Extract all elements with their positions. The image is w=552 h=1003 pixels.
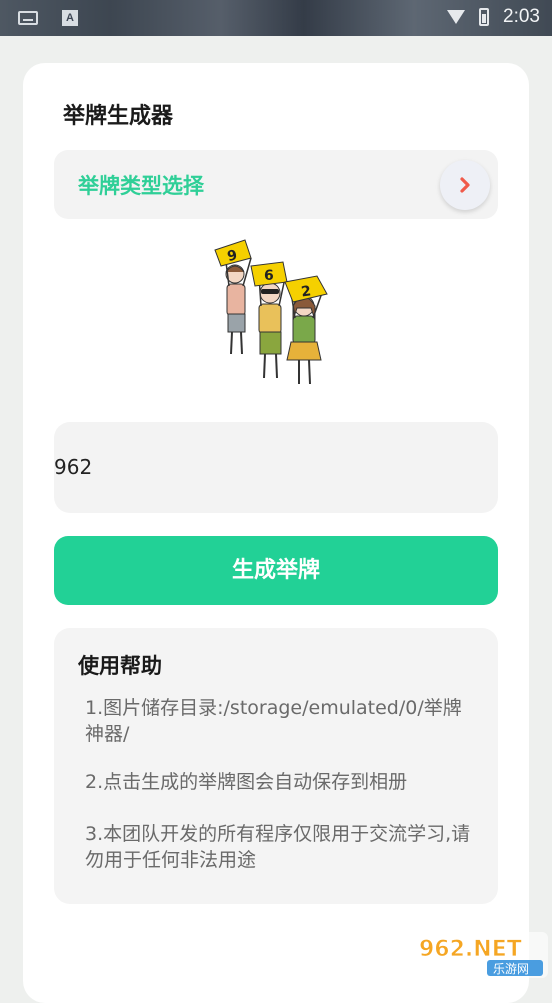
chevron-right-button[interactable] (440, 160, 490, 210)
watermark-logo: 962.NET 乐游网 (413, 932, 548, 978)
help-item-storage: 1.图片储存目录:/storage/emulated/0/举牌神器/ (85, 697, 462, 745)
watermark-sub: 乐游网 (493, 962, 529, 976)
figure-left: 9 (214, 239, 252, 355)
number-input-value: 962 (54, 455, 93, 479)
status-right: 2:03 (447, 6, 540, 28)
wifi-icon (447, 10, 466, 24)
figure-middle: 6 (250, 261, 288, 379)
watermark-brand: 962.NET (419, 937, 522, 962)
keyboard-icon (18, 11, 38, 25)
status-left: A (18, 10, 78, 26)
type-select-row[interactable]: 举牌类型选择 (54, 150, 498, 219)
help-item-autosave: 2.点击生成的举牌图会自动保存到相册 (85, 771, 408, 793)
sign-digit-middle: 6 (264, 268, 274, 284)
help-title: 使用帮助 (78, 654, 162, 678)
status-clock: 2:03 (503, 6, 540, 27)
battery-icon (479, 8, 490, 26)
main-card: 举牌生成器 举牌类型选择 9 6 2 962 生成举牌 使用帮助 1.图片储存目… (23, 63, 529, 1003)
generate-button[interactable]: 生成举牌 (54, 536, 498, 605)
number-input[interactable]: 962 (54, 422, 498, 513)
figure-right: 2 (284, 275, 328, 385)
sign-holders-illustration: 9 6 2 (214, 239, 328, 385)
a-icon: A (62, 10, 78, 26)
help-item-disclaimer: 3.本团队开发的所有程序仅限用于交流学习,请勿用于任何非法用途 (85, 823, 471, 871)
chevron-right-icon (460, 177, 470, 193)
type-select-label: 举牌类型选择 (78, 174, 204, 198)
help-box: 使用帮助 1.图片储存目录:/storage/emulated/0/举牌神器/ … (54, 628, 498, 904)
page-title: 举牌生成器 (63, 104, 174, 129)
status-bar: A 2:03 (0, 0, 552, 36)
